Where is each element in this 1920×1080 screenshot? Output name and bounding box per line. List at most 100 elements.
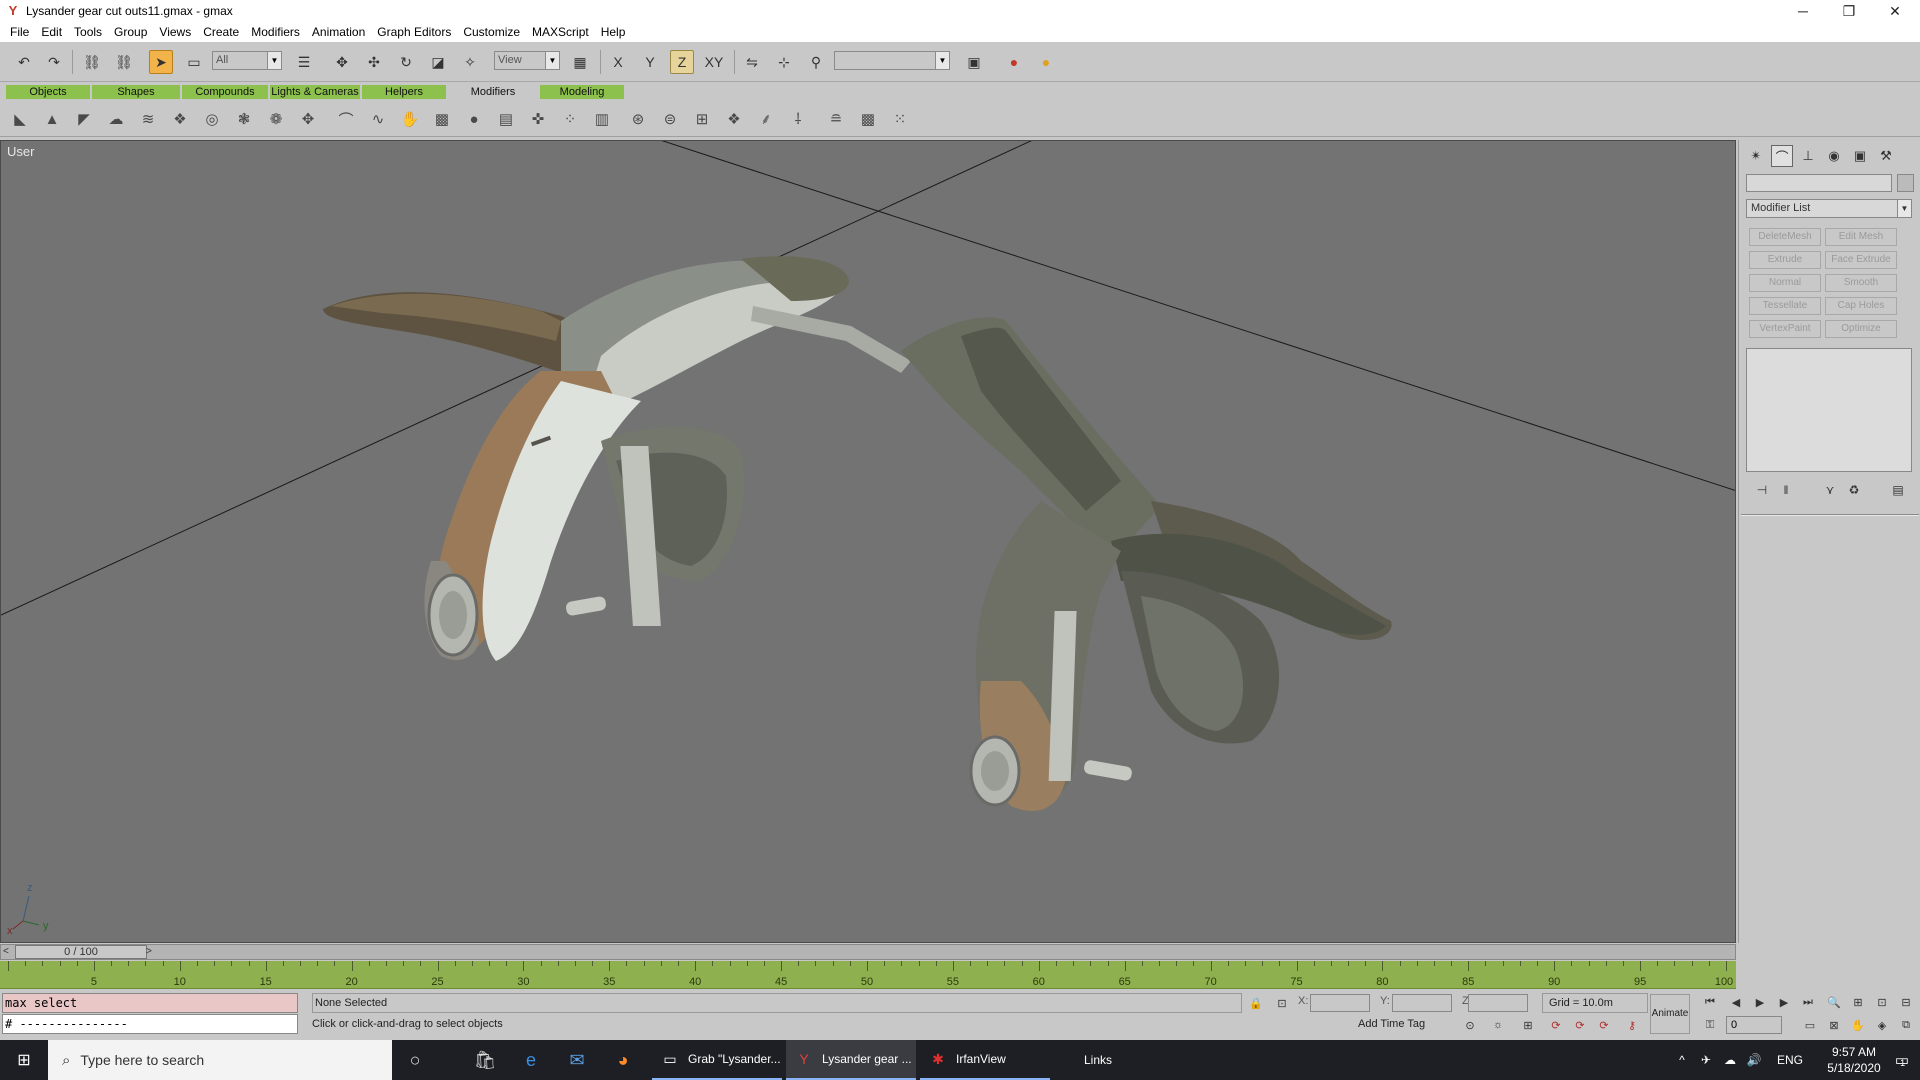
skin-icon[interactable]: ⸙ — [754, 108, 778, 130]
wave-icon[interactable]: ≋ — [136, 108, 160, 130]
render-scene-icon[interactable]: ● — [1002, 50, 1026, 74]
vol-select-icon[interactable]: ❖ — [722, 108, 746, 130]
rectangular-selection-icon[interactable]: ▭ — [182, 50, 206, 74]
remove-modifier-icon[interactable]: ♻ — [1843, 480, 1865, 500]
pin-stack-icon[interactable]: ⊣ — [1751, 480, 1773, 500]
display-panel-icon[interactable]: ▣ — [1849, 145, 1871, 167]
select-and-move-icon[interactable]: ✥ — [330, 50, 354, 74]
key-mode-icon[interactable]: ⚿ — [1700, 1016, 1720, 1034]
track-bar[interactable]: 5 10 15 20 25 30 35 40 45 50 55 60 65 70 75 80 85 90 95 100 — [0, 961, 1736, 989]
maxscript-listener-line[interactable]: max select — [2, 993, 298, 1013]
hierarchy-panel-icon[interactable]: ⊥ — [1797, 145, 1819, 167]
mesh-select-icon[interactable]: ⊞ — [690, 108, 714, 130]
make-unique-icon[interactable]: ⋎ — [1819, 480, 1841, 500]
pivot-center-icon[interactable]: ▦ — [568, 50, 592, 74]
reference-coordinate-dropdown[interactable]: View ▼ — [494, 51, 560, 70]
taskbar-app-irfanview[interactable]: ✱ IrfanView — [920, 1040, 1050, 1080]
field-of-view-icon[interactable]: ⊠ — [1824, 1016, 1844, 1034]
y-coord-field[interactable] — [1392, 994, 1452, 1012]
vertexpaint-button[interactable]: VertexPaint — [1749, 320, 1821, 338]
degradation-override-icon[interactable]: ☼ — [1488, 1016, 1508, 1034]
z-coord-field[interactable] — [1468, 994, 1528, 1012]
zoom-all-icon[interactable]: ⊞ — [1848, 993, 1868, 1011]
restrict-y-button[interactable]: Y — [638, 50, 662, 74]
tab-objects[interactable]: Objects — [6, 85, 90, 99]
absolute-mode-icon[interactable]: ⊡ — [1272, 994, 1292, 1012]
taper-icon[interactable]: ▲ — [40, 108, 64, 130]
tab-helpers[interactable]: Helpers — [362, 85, 446, 99]
checker-map-icon[interactable]: ▩ — [856, 108, 880, 130]
object-name-field[interactable] — [1746, 174, 1892, 192]
menu-modifiers[interactable]: Modifiers — [245, 22, 306, 42]
taskbar-app-gmax[interactable]: Y Lysander gear ... — [786, 1040, 916, 1080]
time-slider[interactable]: < 0 / 100 > — [0, 944, 1736, 960]
utilities-panel-icon[interactable]: ⚒ — [1875, 145, 1897, 167]
restrict-x-button[interactable]: X — [606, 50, 630, 74]
select-by-name-icon[interactable]: ☰ — [292, 50, 316, 74]
input-language[interactable]: ENG — [1772, 1040, 1808, 1080]
key-filters-icon[interactable]: ⚷ — [1622, 1016, 1642, 1034]
cortana-icon[interactable]: ○ — [392, 1040, 438, 1080]
mesh-smooth-icon[interactable]: ✜ — [526, 108, 550, 130]
tessellate-button[interactable]: Tessellate — [1749, 297, 1821, 315]
next-frame-icon[interactable]: ▶ — [1774, 993, 1794, 1011]
create-panel-icon[interactable]: ✴ — [1745, 145, 1767, 167]
current-frame-field[interactable]: 0 — [1726, 1016, 1782, 1034]
tab-shapes[interactable]: Shapes — [92, 85, 180, 99]
select-and-move-alt-icon[interactable]: ✣ — [362, 50, 386, 74]
modifier-stack-list[interactable] — [1746, 348, 1912, 472]
minimize-button[interactable]: ─ — [1780, 0, 1826, 22]
links-toolbar[interactable]: Links — [1076, 1040, 1136, 1080]
windows-start-icon[interactable]: ⊞ — [0, 1040, 48, 1080]
zoom-icon[interactable]: 🔍 — [1824, 993, 1844, 1011]
tab-modeling[interactable]: Modeling — [540, 85, 624, 99]
extrude-button[interactable]: Extrude — [1749, 251, 1821, 269]
cap-holes-icon[interactable]: ≘ — [824, 108, 848, 130]
play-icon[interactable]: ▶ — [1750, 993, 1770, 1011]
min-max-toggle-icon[interactable]: ⧉ — [1896, 1016, 1916, 1034]
snaps-toggle-icon[interactable]: ⊞ — [1518, 1016, 1538, 1034]
smooth-button[interactable]: Smooth — [1825, 274, 1897, 292]
show-hidden-icons-icon[interactable]: ^ — [1672, 1040, 1692, 1080]
quick-render-icon[interactable]: ● — [1034, 50, 1058, 74]
menu-group[interactable]: Group — [108, 22, 153, 42]
zoom-extents-all-icon[interactable]: ⊟ — [1896, 993, 1916, 1011]
menu-maxscript[interactable]: MAXScript — [526, 22, 595, 42]
maxscript-input-line[interactable]: # --------------- — [2, 1014, 298, 1034]
taskbar-app-grab[interactable]: ▭ Grab "Lysander... — [652, 1040, 782, 1080]
x-coord-field[interactable] — [1310, 994, 1370, 1012]
slice-icon[interactable]: ⊜ — [658, 108, 682, 130]
ffd-box-icon[interactable]: ❁ — [264, 108, 288, 130]
menu-tools[interactable]: Tools — [68, 22, 108, 42]
close-button[interactable]: ✕ — [1872, 0, 1918, 22]
menu-views[interactable]: Views — [153, 22, 197, 42]
material-editor-icon[interactable]: ▣ — [962, 50, 986, 74]
face-extrude-button[interactable]: Face Extrude — [1825, 251, 1897, 269]
configure-modifier-sets-icon[interactable]: ▤ — [1887, 480, 1909, 500]
cap-holes-button[interactable]: Cap Holes — [1825, 297, 1897, 315]
lathe-icon[interactable]: ▤ — [494, 108, 518, 130]
go-to-end-icon[interactable]: ⏭ — [1798, 993, 1818, 1011]
restrict-z-button[interactable]: Z — [670, 50, 694, 74]
displace-icon[interactable]: ⊛ — [626, 108, 650, 130]
right-gear-model[interactable] — [901, 317, 1392, 811]
snap-toggle-icon[interactable]: ⚲ — [804, 50, 828, 74]
select-object-icon[interactable]: ➤ — [149, 50, 173, 74]
taskbar-search-box[interactable]: ⌕ Type here to search — [48, 1040, 392, 1080]
firefox-icon[interactable]: ◕ — [600, 1040, 646, 1080]
angle-snap-icon[interactable]: ⟳ — [1546, 1016, 1566, 1034]
menu-customize[interactable]: Customize — [457, 22, 526, 42]
mail-icon[interactable]: ✉ — [554, 1040, 600, 1080]
modify-panel-icon[interactable]: ⌒ — [1771, 145, 1793, 167]
menu-graph-editors[interactable]: Graph Editors — [371, 22, 457, 42]
perspective-viewport[interactable]: User z x y — [0, 140, 1736, 943]
edit-mesh-icon[interactable]: ⌒ — [334, 108, 358, 130]
edit-spline-icon[interactable]: ∿ — [366, 108, 390, 130]
selection-filter-dropdown[interactable]: All ▼ — [212, 51, 282, 70]
show-end-result-icon[interactable]: ‖ — [1775, 480, 1797, 500]
spinner-snap-icon[interactable]: ⟳ — [1594, 1016, 1614, 1034]
named-selection-dropdown[interactable]: ▼ — [834, 51, 950, 70]
menu-edit[interactable]: Edit — [35, 22, 68, 42]
deletemesh-button[interactable]: DeleteMesh — [1749, 228, 1821, 246]
restrict-xy-button[interactable]: XY — [702, 50, 726, 74]
